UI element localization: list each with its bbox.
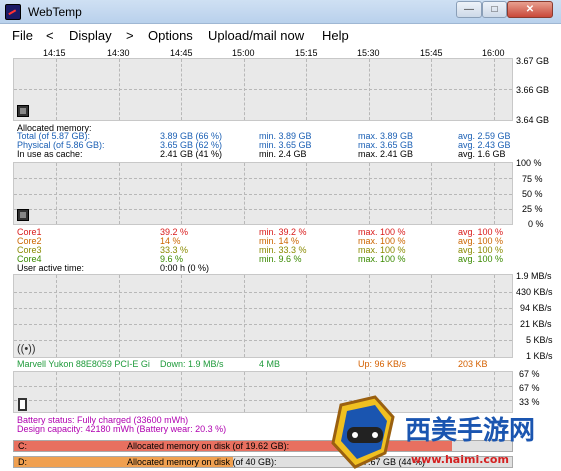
memory-axis-label: 3.66 GB	[516, 85, 550, 95]
disk-d-drive: D:	[18, 457, 27, 467]
logo-url: www.haimi.com	[411, 453, 509, 466]
net-axis-label: 1.9 MB/s	[516, 271, 552, 281]
cpu-info: Core1 39.2 % min. 39.2 % max. 100 % avg.…	[13, 226, 513, 273]
time-label: 15:00	[232, 48, 255, 58]
cpu-chip-icon	[17, 209, 29, 221]
active-time-value: 0:00 h (0 %)	[160, 263, 210, 273]
network-icon: ((•))	[17, 343, 36, 355]
disk-c-text: Allocated memory on disk (of 19.62 GB):	[127, 441, 290, 451]
memory-cache-avg: avg. 1.6 GB	[458, 149, 506, 159]
net-axis-label: 21 KB/s	[520, 319, 552, 329]
maximize-button[interactable]: □	[482, 1, 507, 18]
menu-help[interactable]: Help	[322, 28, 349, 43]
title-bar: WebTemp — □ ✕	[0, 0, 561, 24]
time-label: 16:00	[482, 48, 505, 58]
net-axis-label: 1 KB/s	[526, 351, 553, 361]
memory-cache-label: In use as cache:	[17, 149, 83, 159]
memory-chip-icon	[17, 105, 29, 117]
time-label: 14:15	[43, 48, 66, 58]
time-label: 15:15	[295, 48, 318, 58]
menu-bar: File < Display > Options Upload/mail now…	[0, 24, 561, 46]
menu-next[interactable]: >	[126, 28, 134, 43]
battery-axis-label: 67 %	[519, 383, 540, 393]
menu-options[interactable]: Options	[148, 28, 193, 43]
battery-axis-label: 67 %	[519, 369, 540, 379]
logo-text: 西美手游网	[405, 415, 535, 446]
core4-max: max. 100 %	[358, 254, 406, 264]
battery-design: Design capacity: 42180 mWh (Battery wear…	[17, 424, 227, 434]
memory-info: Allocated memory: Total (of 5.87 GB): 3.…	[13, 122, 513, 162]
net-axis-label: 430 KB/s	[516, 287, 553, 297]
net-down-total: 4 MB	[259, 359, 281, 369]
net-axis-label: 94 KB/s	[520, 303, 552, 313]
memory-cache-min: min. 2.4 GB	[259, 149, 307, 159]
cpu-axis-label: 100 %	[516, 158, 542, 168]
window-title: WebTemp	[28, 5, 82, 19]
watermark-logo: 西美手游网 www.haimi.com	[331, 395, 535, 469]
disk-d-text: Allocated memory on disk (of 40 GB):	[127, 457, 277, 467]
battery-icon	[18, 398, 27, 411]
time-label: 15:30	[357, 48, 380, 58]
net-axis-label: 5 KB/s	[526, 335, 553, 345]
memory-graph	[13, 58, 513, 121]
net-up-total: 203 KB	[458, 359, 488, 369]
menu-upload[interactable]: Upload/mail now	[208, 28, 304, 43]
net-adapter: Marvell Yukon 88E8059 PCI-E Gi	[17, 359, 150, 369]
time-label: 14:45	[170, 48, 193, 58]
disk-c-drive: C:	[18, 441, 27, 451]
time-label: 15:45	[420, 48, 443, 58]
menu-prev[interactable]: <	[46, 28, 54, 43]
minimize-button[interactable]: —	[456, 1, 482, 18]
cpu-axis-label: 0 %	[528, 219, 544, 229]
app-icon	[5, 4, 21, 20]
cpu-axis-label: 25 %	[522, 204, 543, 214]
net-down: Down: 1.9 MB/s	[160, 359, 224, 369]
core4-min: min. 9.6 %	[259, 254, 302, 264]
network-info: Marvell Yukon 88E8059 PCI-E Gi Down: 1.9…	[13, 358, 513, 370]
close-button[interactable]: ✕	[507, 1, 553, 18]
cpu-graph	[13, 162, 513, 225]
active-time-label: User active time:	[17, 263, 85, 273]
time-label: 14:30	[107, 48, 130, 58]
cpu-axis-label: 75 %	[522, 174, 543, 184]
cpu-axis-label: 50 %	[522, 189, 543, 199]
network-graph: ((•))	[13, 274, 513, 358]
memory-axis-label: 3.67 GB	[516, 56, 550, 66]
net-up: Up: 96 KB/s	[358, 359, 407, 369]
core4-avg: avg. 100 %	[458, 254, 504, 264]
menu-display[interactable]: Display	[69, 28, 112, 43]
memory-cache-value: 2.41 GB (41 %)	[160, 149, 223, 159]
menu-file[interactable]: File	[12, 28, 33, 43]
memory-axis-label: 3.64 GB	[516, 115, 550, 125]
memory-cache-max: max. 2.41 GB	[358, 149, 414, 159]
